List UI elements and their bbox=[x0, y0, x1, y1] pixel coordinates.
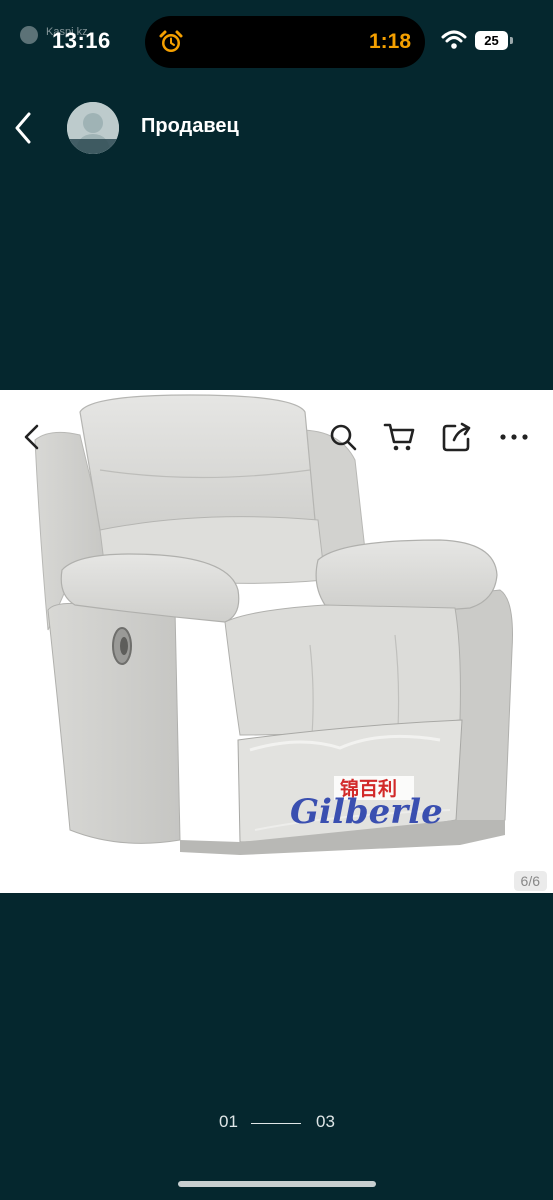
seller-header: Продавец bbox=[0, 96, 553, 160]
brand-label: Gilberle bbox=[290, 792, 443, 832]
search-icon[interactable] bbox=[326, 420, 360, 454]
back-button[interactable] bbox=[8, 108, 40, 148]
dynamic-island[interactable]: 1:18 bbox=[145, 16, 425, 68]
recliner-chair-image: 锦百利 Gilberle bbox=[34, 394, 513, 855]
status-time: 13:16 bbox=[52, 28, 111, 53]
pager-divider bbox=[251, 1123, 301, 1124]
status-bar: Kaspi.kz 13:16 1:18 25 bbox=[0, 0, 553, 80]
seller-avatar[interactable] bbox=[67, 102, 119, 154]
carrier-icon bbox=[20, 26, 38, 44]
image-counter: 6/6 bbox=[513, 871, 547, 891]
gallery-pager: 01 03 bbox=[0, 1112, 553, 1136]
pager-current: 01 bbox=[219, 1112, 238, 1131]
wifi-icon bbox=[441, 30, 467, 49]
pager-total: 03 bbox=[316, 1112, 335, 1131]
alarm-clock-icon bbox=[159, 30, 183, 52]
timer-time: 1:18 bbox=[368, 30, 411, 53]
chevron-left-icon bbox=[15, 112, 31, 144]
chevron-left-icon[interactable] bbox=[16, 420, 50, 454]
avatar-placeholder-icon bbox=[67, 102, 119, 154]
battery-tip bbox=[510, 37, 513, 44]
more-icon[interactable] bbox=[497, 420, 531, 454]
product-photo[interactable]: 锦百利 Gilberle 6/6 bbox=[0, 390, 553, 893]
home-indicator[interactable] bbox=[178, 1181, 376, 1187]
share-icon[interactable] bbox=[440, 420, 474, 454]
cart-icon[interactable] bbox=[382, 420, 416, 454]
battery-icon: 25 bbox=[475, 31, 508, 50]
seller-title[interactable]: Продавец bbox=[141, 115, 239, 138]
